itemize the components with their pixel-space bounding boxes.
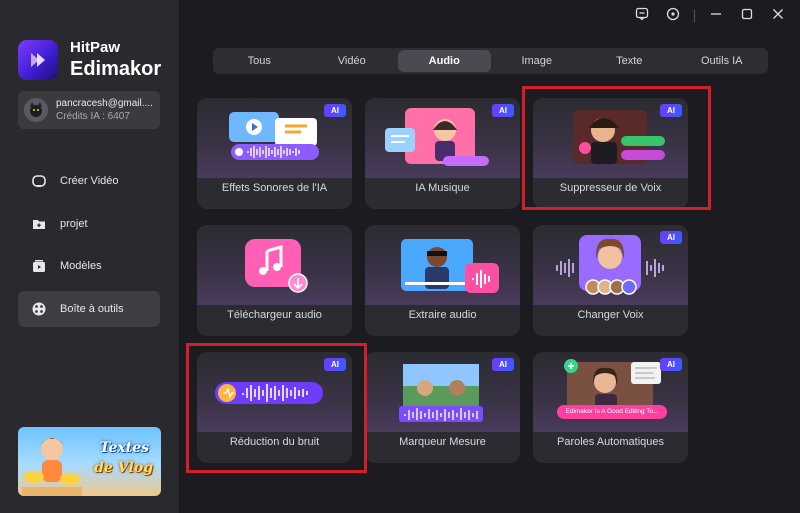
- nav-toolbox-label: Boîte à outils: [60, 303, 124, 315]
- titlebar-divider: [694, 10, 696, 22]
- tab-video[interactable]: Vidéo: [306, 50, 399, 72]
- lyrics-caption: Edimakor Is A Good Editing To...: [557, 405, 667, 419]
- card-label: Marqueur Mesure: [399, 436, 486, 448]
- card-label: Extraire audio: [408, 309, 477, 321]
- feedback-button[interactable]: [630, 3, 655, 29]
- create-video-icon: [30, 172, 48, 190]
- nav-project[interactable]: projet: [18, 206, 160, 242]
- tool-card-audio-downloader[interactable]: Téléchargeur audio: [197, 225, 352, 336]
- tab-image[interactable]: Image: [491, 50, 584, 72]
- card-thumbnail: [365, 225, 520, 305]
- ai-badge: AI: [660, 358, 682, 371]
- app-logo: HitPaw Edimakor: [18, 40, 161, 80]
- nav-create-video[interactable]: Créer Vidéo: [18, 163, 160, 199]
- ai-badge: AI: [660, 231, 682, 244]
- highlight-box-voice-remover: [522, 86, 711, 210]
- brand-name-line2: Edimakor: [70, 57, 162, 80]
- ai-badge: AI: [492, 358, 514, 371]
- tool-card-extract-audio[interactable]: Extraire audio: [365, 225, 520, 336]
- tab-outils-ia[interactable]: Outils IA: [676, 50, 769, 72]
- avatar: [24, 98, 48, 122]
- minimize-button[interactable]: [704, 3, 729, 29]
- tab-audio[interactable]: Audio: [398, 50, 491, 72]
- minimize-icon: [710, 7, 722, 25]
- extract-audio-illustration-icon: [401, 239, 499, 293]
- tool-card-beat-marker[interactable]: AI Marqueur Mesure: [365, 352, 520, 463]
- tool-card-ai-music[interactable]: AI IA Musique: [365, 98, 520, 209]
- nav-project-label: projet: [60, 218, 88, 230]
- close-button[interactable]: [765, 3, 790, 29]
- maximize-icon: [741, 7, 753, 25]
- account-panel[interactable]: pancracesh@gmail.... Crédits IA : 6407: [18, 91, 160, 129]
- card-thumbnail: [197, 225, 352, 305]
- folder-icon: [30, 215, 48, 233]
- templates-icon: [30, 257, 48, 275]
- settings-button[interactable]: [661, 3, 686, 29]
- ai-badge: AI: [492, 104, 514, 117]
- tool-card-auto-lyrics[interactable]: Edimakor Is A Good Editing To... AI Paro…: [533, 352, 688, 463]
- category-tabs: Tous Vidéo Audio Image Texte Outils IA: [213, 48, 768, 74]
- tool-card-voice-changer[interactable]: AI Changer Voix: [533, 225, 688, 336]
- nav-toolbox[interactable]: Boîte à outils: [18, 291, 160, 327]
- account-email: pancracesh@gmail....: [56, 97, 153, 109]
- card-label: Paroles Automatiques: [556, 436, 664, 448]
- nav-templates-label: Modèles: [60, 260, 102, 272]
- maximize-button[interactable]: [735, 3, 760, 29]
- nav-templates[interactable]: Modèles: [18, 248, 160, 284]
- audio-downloader-illustration-icon: [245, 239, 308, 293]
- ai-credits: Crédits IA : 6407: [56, 111, 130, 122]
- tab-texte[interactable]: Texte: [583, 50, 676, 72]
- ai-badge: AI: [324, 104, 346, 117]
- promo-banner[interactable]: Textes de Vlog: [18, 427, 161, 496]
- highlight-box-noise-reduction: [186, 343, 367, 473]
- feedback-icon: [635, 7, 649, 26]
- tool-card-ai-sound-effects[interactable]: AI Effets Sonores de l'IA: [197, 98, 352, 209]
- tab-tous[interactable]: Tous: [213, 50, 306, 72]
- edimakor-logo-icon: [18, 40, 58, 80]
- window-titlebar: [630, 0, 800, 32]
- card-label: Changer Voix: [577, 309, 644, 321]
- banner-title-line1: Textes: [99, 440, 149, 456]
- brand-name-line1: HitPaw: [70, 39, 121, 57]
- card-label: IA Musique: [415, 182, 470, 194]
- card-label: Téléchargeur audio: [227, 309, 322, 321]
- banner-title-line2: de Vlog: [94, 460, 153, 476]
- close-icon: [772, 7, 784, 25]
- toolbox-icon: [30, 300, 48, 318]
- settings-icon: [666, 7, 680, 26]
- card-label: Effets Sonores de l'IA: [221, 182, 328, 194]
- banner-character-icon: [22, 438, 82, 496]
- nav-create-video-label: Créer Vidéo: [60, 175, 119, 187]
- sidebar: HitPaw Edimakor pancracesh@gmail.... Cré…: [0, 0, 179, 513]
